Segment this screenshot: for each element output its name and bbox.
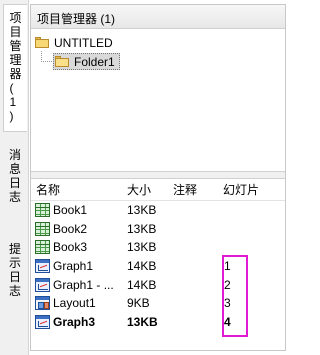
tab-project-manager[interactable]: 项目管理器(1) [3, 4, 27, 132]
item-size: 13KB [127, 221, 157, 236]
side-tab-strip: 项目管理器(1) 消息日志 提示日志 [0, 0, 29, 355]
column-header-size[interactable]: 大小 [125, 181, 171, 198]
project-manager-panel: 项目管理器 (1) UNTITLED Folder1 名称 大小 注释 幻灯片 … [30, 4, 286, 351]
tab-message-log-label: 消息日志 [8, 148, 21, 204]
tree-root-item[interactable]: UNTITLED [34, 35, 113, 51]
tree-folder-label: Folder1 [74, 54, 115, 69]
tree-connector [41, 61, 52, 62]
list-header: 名称 大小 注释 幻灯片 [31, 179, 285, 201]
item-name: Layout1 [53, 296, 96, 311]
item-name-cell: Graph1 [31, 259, 125, 274]
folder-icon [34, 37, 50, 49]
item-name: Book2 [53, 221, 88, 236]
list-item[interactable]: Graph1 14KB 1 [31, 257, 285, 276]
item-slide-number: 4 [224, 314, 231, 329]
item-name: Book3 [53, 240, 88, 255]
item-name: Graph3 [53, 314, 96, 329]
tree-folder-item[interactable]: Folder1 [53, 53, 120, 70]
tab-message-log[interactable]: 消息日志 [3, 142, 27, 204]
item-slide-number: 3 [224, 296, 231, 311]
column-header-note[interactable]: 注释 [171, 181, 221, 198]
item-slide-number: 1 [224, 259, 231, 274]
item-name: Graph1 - ... [53, 277, 114, 292]
book-icon [35, 240, 50, 255]
item-size: 14KB [127, 259, 157, 274]
graph-icon [35, 259, 50, 274]
list-item[interactable]: Book1 13KB [31, 201, 285, 220]
book-icon [35, 203, 50, 218]
tab-hint-log-label: 提示日志 [8, 242, 21, 298]
list-item[interactable]: Book3 13KB [31, 238, 285, 257]
column-header-name[interactable]: 名称 [31, 181, 125, 198]
tree-root-label: UNTITLED [54, 36, 113, 50]
graph-icon [35, 277, 50, 292]
item-size: 13KB [127, 203, 157, 218]
list-item[interactable]: Book2 13KB [31, 220, 285, 239]
tab-project-manager-label: 项目管理器(1) [9, 11, 22, 123]
layout-icon [35, 296, 50, 311]
graph-icon [35, 314, 50, 329]
item-name-cell: Layout1 [31, 296, 125, 311]
file-list: 名称 大小 注释 幻灯片 Book1 13KB Book2 13KB Book3 13KB… [31, 179, 285, 331]
item-name-cell: Book3 [31, 240, 125, 255]
item-size: 9KB [127, 296, 150, 311]
item-name-cell: Book1 [31, 203, 125, 218]
item-name-cell: Graph3 [31, 314, 125, 329]
item-name: Book1 [53, 203, 88, 218]
panel-title: 项目管理器 (1) [31, 5, 285, 29]
list-item[interactable]: Graph3 13KB 4 [31, 313, 285, 332]
item-name: Graph1 [53, 259, 94, 274]
item-name-cell: Graph1 - ... [31, 277, 125, 292]
item-name-cell: Book2 [31, 221, 125, 236]
pane-splitter[interactable] [31, 171, 285, 179]
item-size: 14KB [127, 277, 157, 292]
tab-hint-log[interactable]: 提示日志 [3, 236, 27, 308]
list-item[interactable]: Graph1 - ... 14KB 2 [31, 275, 285, 294]
item-size: 13KB [127, 240, 157, 255]
list-item[interactable]: Layout1 9KB 3 [31, 294, 285, 313]
open-folder-icon [54, 55, 70, 68]
book-icon [35, 221, 50, 236]
item-size: 13KB [127, 314, 158, 329]
column-header-slide[interactable]: 幻灯片 [221, 181, 281, 198]
project-tree: UNTITLED Folder1 [31, 29, 285, 171]
item-slide-number: 2 [224, 277, 231, 292]
